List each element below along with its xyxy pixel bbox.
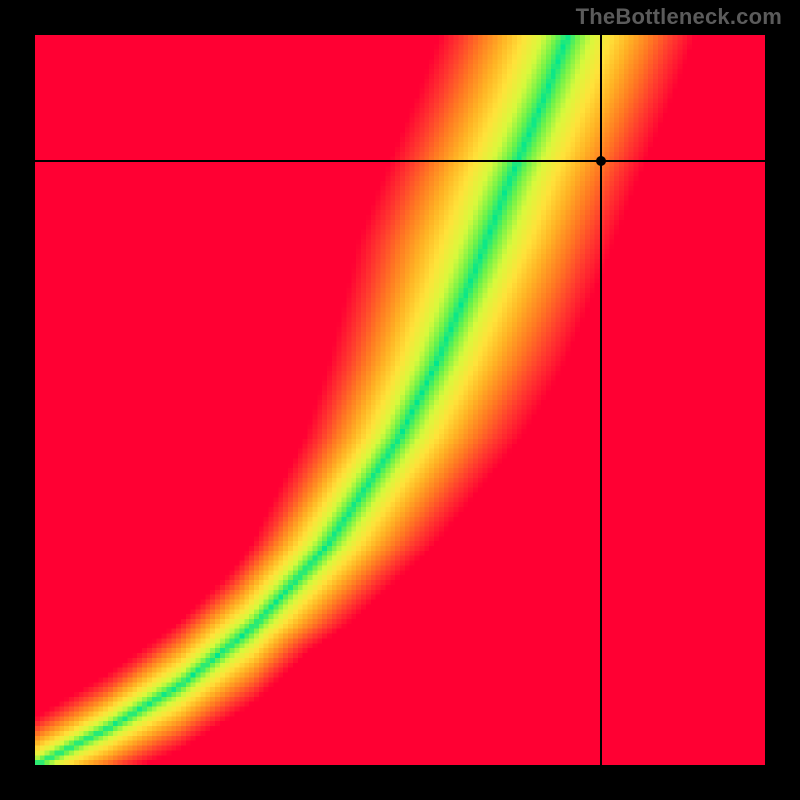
heatmap-plot — [35, 35, 765, 765]
heatmap-canvas — [35, 35, 765, 765]
watermark-text: TheBottleneck.com — [576, 4, 782, 30]
chart-frame: TheBottleneck.com — [0, 0, 800, 800]
